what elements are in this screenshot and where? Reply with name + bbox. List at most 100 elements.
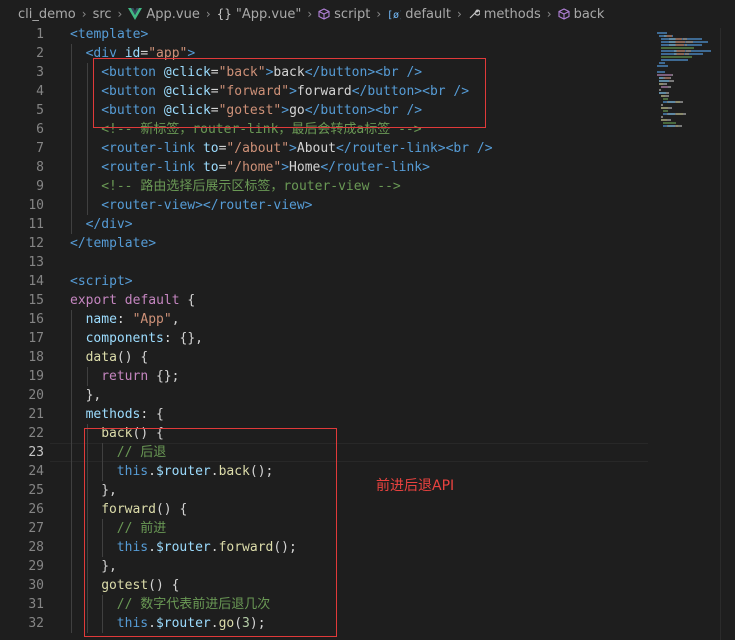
code-token: > <box>281 160 290 175</box>
code-line[interactable]: </template> <box>70 234 156 253</box>
breadcrumb-item[interactable]: back <box>558 6 605 22</box>
braces-icon: {} <box>216 7 232 21</box>
line-number: 18 <box>28 350 44 365</box>
minimap-token <box>661 107 668 109</box>
minimap-token <box>661 44 669 46</box>
minimap-token <box>668 101 675 103</box>
minimap-token <box>689 53 703 55</box>
minimap-token <box>668 107 672 109</box>
breadcrumb-label: methods <box>483 6 541 22</box>
svg-text:[ø]: [ø] <box>387 10 401 20</box>
line-number: 5 <box>36 103 44 118</box>
line-number: 27 <box>28 521 44 536</box>
minimap-token <box>683 113 686 115</box>
line-number: 12 <box>28 236 44 251</box>
line-number: 30 <box>28 578 44 593</box>
minimap-token <box>661 47 694 49</box>
code-token: : { <box>140 407 164 422</box>
chevron-right-icon: › <box>307 7 313 21</box>
code-line[interactable]: return {}; <box>101 367 179 386</box>
minimap-token <box>691 50 711 52</box>
breadcrumb-item[interactable]: [ø] default <box>387 7 451 22</box>
breadcrumb-item[interactable]: src <box>93 7 112 22</box>
code-token: </router-link> <box>320 160 430 175</box>
minimap-token <box>657 65 668 67</box>
code-line[interactable]: </div> <box>86 215 133 234</box>
line-number: 22 <box>28 426 44 441</box>
code-token: "/about" <box>226 141 290 156</box>
minimap-token <box>657 71 665 73</box>
code-line[interactable]: <router-view></router-view> <box>101 196 312 215</box>
minimap-token <box>661 116 663 118</box>
code-token: components <box>85 331 164 346</box>
vertical-scrollbar[interactable] <box>720 28 735 640</box>
code-line[interactable]: <router-link to="/home">Home</router-lin… <box>101 158 430 177</box>
chevron-right-icon: › <box>117 7 123 21</box>
minimap-token <box>657 74 664 76</box>
line-number: 2 <box>36 46 44 61</box>
minimap-token <box>676 44 684 46</box>
minimap[interactable] <box>655 28 735 640</box>
breadcrumb-label: back <box>573 6 605 22</box>
annotation-box-methods <box>84 428 337 637</box>
line-number: 19 <box>28 369 44 384</box>
breadcrumb-label: App.vue <box>146 6 200 22</box>
minimap-token <box>661 41 669 43</box>
cube-icon <box>318 8 334 20</box>
code-line[interactable]: data() { <box>86 348 149 367</box>
minimap-token <box>661 104 663 106</box>
code-line[interactable]: <!-- 路由选择后展示区标签，router-view --> <box>101 177 401 196</box>
code-line[interactable]: }, <box>86 386 102 405</box>
code-editor[interactable]: 1 2 3 4 5 6 7 8 9 10 11 12 13 14 15 16 17 18 19 20 21 22 23 24 2… <box>0 28 735 640</box>
wrench-icon <box>468 8 484 20</box>
minimap-token <box>665 95 669 97</box>
minimap-token <box>659 80 669 82</box>
code-token: <router-link <box>101 141 203 156</box>
code-line[interactable]: components: {}, <box>86 329 203 348</box>
code-token: </template> <box>70 236 157 251</box>
minimap-token <box>668 125 675 127</box>
code-token: <router-view></router-view> <box>101 198 313 213</box>
code-token: () { <box>116 350 149 365</box>
line-number: 28 <box>28 540 44 555</box>
code-line[interactable]: methods: { <box>86 405 164 424</box>
annotation-box-buttons <box>93 58 486 128</box>
breadcrumb-item[interactable]: cli_demo <box>18 7 76 22</box>
code-token: }, <box>85 388 102 403</box>
line-number: 8 <box>36 160 44 175</box>
line-number: 29 <box>28 559 44 574</box>
breadcrumb-item[interactable]: App.vue <box>128 6 200 22</box>
line-number: 32 <box>28 616 44 631</box>
code-token: return <box>101 369 156 384</box>
code-token: "/home" <box>226 160 282 175</box>
minimap-token <box>663 83 667 85</box>
line-number: 7 <box>36 141 44 156</box>
line-number: 24 <box>28 464 44 479</box>
breadcrumb-item[interactable]: script <box>318 7 370 22</box>
minimap-token <box>663 110 668 112</box>
code-token: data <box>85 350 117 365</box>
breadcrumb-item[interactable]: methods <box>468 7 541 22</box>
code-line[interactable]: name: "App", <box>86 310 180 329</box>
code-token: <template> <box>70 28 149 42</box>
line-number: 6 <box>36 122 44 137</box>
breadcrumb-item[interactable]: {} "App.vue" <box>217 7 302 22</box>
minimap-token <box>667 119 671 121</box>
code-line[interactable]: <script> <box>70 272 133 291</box>
code-token: , <box>171 312 180 327</box>
line-number: 15 <box>28 293 44 308</box>
minimap-token <box>669 80 674 82</box>
code-line[interactable]: <template> <box>70 28 148 44</box>
code-token: {}; <box>155 369 180 384</box>
minimap-token <box>677 53 684 55</box>
cube-icon <box>558 8 574 20</box>
code-line[interactable]: export default { <box>70 291 195 310</box>
line-number: 25 <box>28 483 44 498</box>
code-token: to <box>202 141 219 156</box>
code-line[interactable]: <router-link to="/about">About</router-l… <box>101 139 492 158</box>
line-number: 20 <box>28 388 44 403</box>
minimap-token <box>672 74 673 76</box>
code-token: export <box>70 293 125 308</box>
line-number: 10 <box>28 198 44 213</box>
minimap-token <box>663 122 676 124</box>
